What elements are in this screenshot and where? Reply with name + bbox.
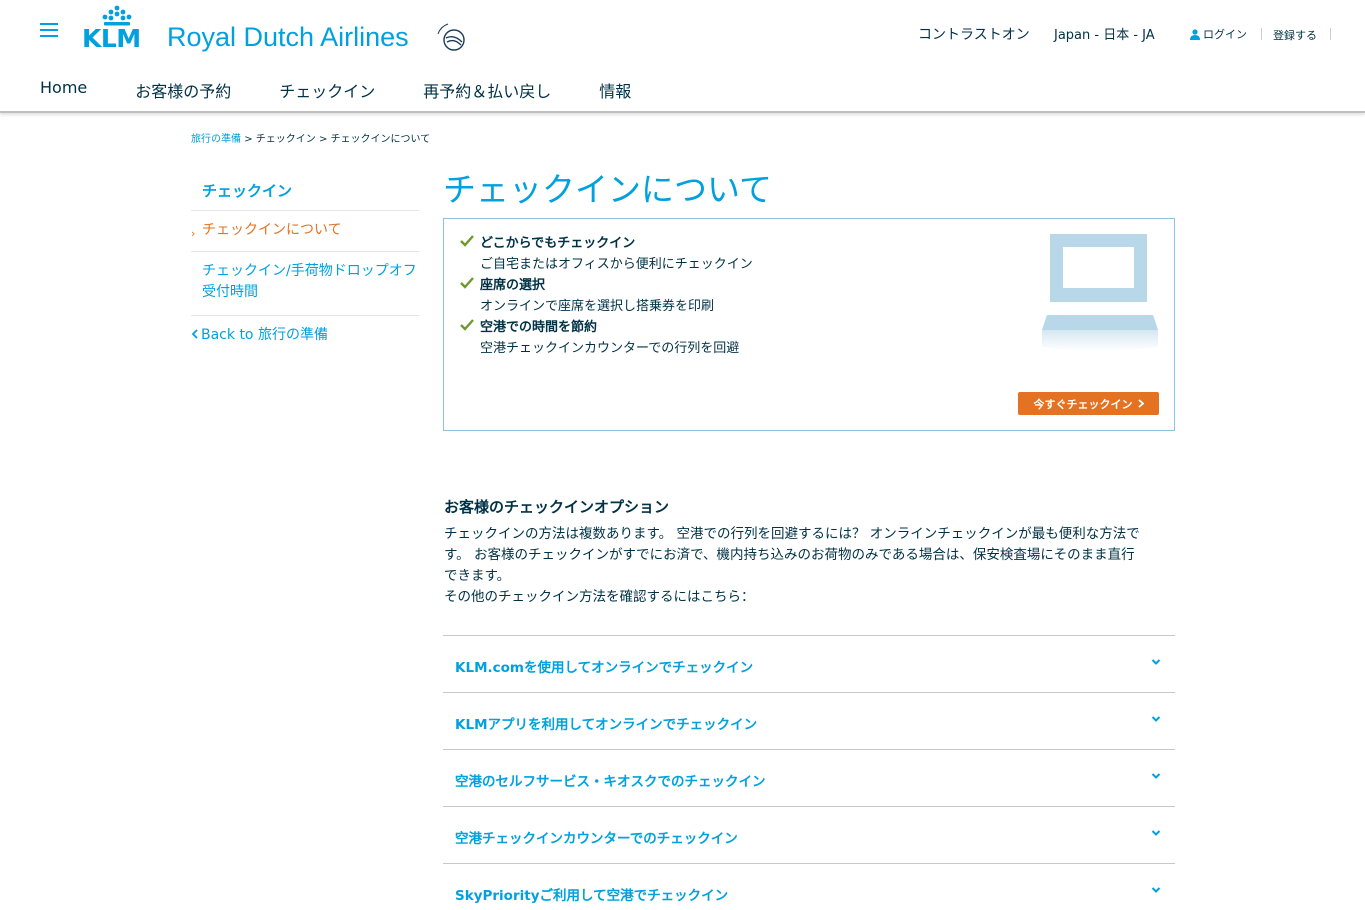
accordion-item-skypriority[interactable]: SkyPriorityご利用して空港でチェックイン [443,863,1175,910]
feature-title: 座席の選択 [480,278,546,293]
sidebar-item-about-checkin[interactable]: › チェックインについて [191,211,419,252]
chevron-down-icon [1151,830,1161,836]
accordion-label: 空港チェックインカウンターでのチェックイン [455,831,738,847]
section-title: お客様のチェックインオプション [444,498,670,516]
logo-airline-name: Royal Dutch Airlines [167,22,409,52]
login-label: ログイン [1203,28,1247,41]
checkmark-icon [460,277,474,289]
contrast-toggle[interactable]: コントラストオン [918,24,1030,44]
chevron-down-icon [1151,659,1161,665]
feature-description: ご自宅またはオフィスから便利にチェックイン [480,257,753,272]
nav-item-my-booking[interactable]: お客様の予約 [135,78,231,102]
feature-description: 空港チェックインカウンターでの行列を回避 [480,341,740,356]
nav-item-information[interactable]: 情報 [599,78,631,102]
back-link[interactable]: Back to 旅行の準備 [191,324,328,344]
chevron-left-icon [191,329,198,339]
section-body: チェックインの方法は複数あります。 空港での行列を回避するには？ オンラインチェ… [444,524,1176,608]
accordion-item-online-klm-com[interactable]: KLM.comを使用してオンラインでチェックイン [443,635,1175,692]
accordion-item-klm-app[interactable]: KLMアプリを利用してオンラインでチェックイン [443,692,1175,749]
breadcrumb-separator: > [244,134,253,145]
laptop-icon [1042,234,1158,351]
klm-logo[interactable]: KLM Royal Dutch Airlines [82,5,482,55]
nav-item-rebook-refund[interactable]: 再予約＆払い戻し [423,78,551,102]
body-text: す。 お客様のチェックインがすでにお済で、機内持ち込みのお荷物のみである場合は、… [444,547,1135,563]
menu-icon[interactable] [40,23,58,37]
page-title: チェックインについて [443,170,773,209]
logo-klm-text: KLM [82,24,141,53]
breadcrumb-separator: > [318,134,328,145]
user-icon [1190,28,1200,40]
breadcrumb-item-travel-prep[interactable]: 旅行の準備 [191,134,241,145]
locale-selector[interactable]: Japan - 日本 - JA [1054,24,1155,43]
accordion-label: KLMアプリを利用してオンラインでチェックイン [455,717,758,733]
back-link-label: Back to 旅行の準備 [201,327,328,343]
breadcrumb: 旅行の準備 > チェックイン > チェックインについて [191,130,430,145]
chevron-down-icon [1151,773,1161,779]
feature-title: 空港での時間を節約 [480,320,598,335]
chevron-right-icon: › [191,227,196,240]
sidebar-item-label: チェックインについて [202,222,342,238]
checkin-now-label: 今すぐチェックイン [1033,397,1133,411]
accordion-label: SkyPriorityご利用して空港でチェックイン [455,888,729,904]
sidebar-item-checkin-times[interactable]: チェックイン/手荷物ドロップオフ 受付時間 [191,252,419,316]
chevron-right-icon [1137,399,1144,408]
skyteam-icon [437,23,465,51]
accordion-item-airport-counter[interactable]: 空港チェックインカウンターでのチェックイン [443,806,1175,863]
accordion-label: KLM.comを使用してオンラインでチェックイン [455,660,754,676]
sidebar-title[interactable]: チェックイン [191,168,419,211]
sidebar: チェックイン › チェックインについて チェックイン/手荷物ドロップオフ 受付時… [191,168,419,343]
checkmark-icon [460,319,474,331]
accordion-label: 空港のセルフサービス・キオスクでのチェックイン [455,774,766,790]
chevron-down-icon [1151,716,1161,722]
chevron-down-icon [1151,887,1161,893]
login-link[interactable]: ログイン [1190,26,1247,42]
body-text: できます。 [444,568,511,584]
divider [1261,28,1262,40]
sidebar-item-label: 受付時間 [202,284,258,300]
divider [1330,28,1331,40]
checkin-options-accordion: KLM.comを使用してオンラインでチェックイン KLMアプリを利用してオンライ… [443,635,1175,910]
accordion-item-self-service-kiosk[interactable]: 空港のセルフサービス・キオスクでのチェックイン [443,749,1175,806]
body-text: チェックインの方法は複数あります。 空港での行列を回避するには？ オンラインチェ… [444,526,1140,542]
feature-title: どこからでもチェックイン [480,236,636,251]
main-navigation: Home お客様の予約 チェックイン 再予約＆払い戻し 情報 [40,78,679,102]
feature-description: オンラインで座席を選択し搭乗券を印刷 [480,299,715,314]
sidebar-item-label: チェックイン/手荷物ドロップオフ [202,263,417,279]
register-link[interactable]: 登録する [1273,27,1317,43]
breadcrumb-item-checkin[interactable]: チェックイン [256,134,316,145]
checkin-promo-box: どこからでもチェックイン ご自宅またはオフィスから便利にチェックイン 座席の選択… [443,218,1175,431]
body-text: その他のチェックイン方法を確認するにはこちら： [444,589,755,605]
site-header: KLM Royal Dutch Airlines コントラストオン Japan … [0,0,1365,113]
breadcrumb-item-current: チェックインについて [330,134,431,145]
nav-item-home[interactable]: Home [40,78,87,102]
checkmark-icon [460,235,474,247]
checkin-now-button[interactable]: 今すぐチェックイン [1018,392,1159,415]
nav-item-checkin[interactable]: チェックイン [279,78,375,102]
